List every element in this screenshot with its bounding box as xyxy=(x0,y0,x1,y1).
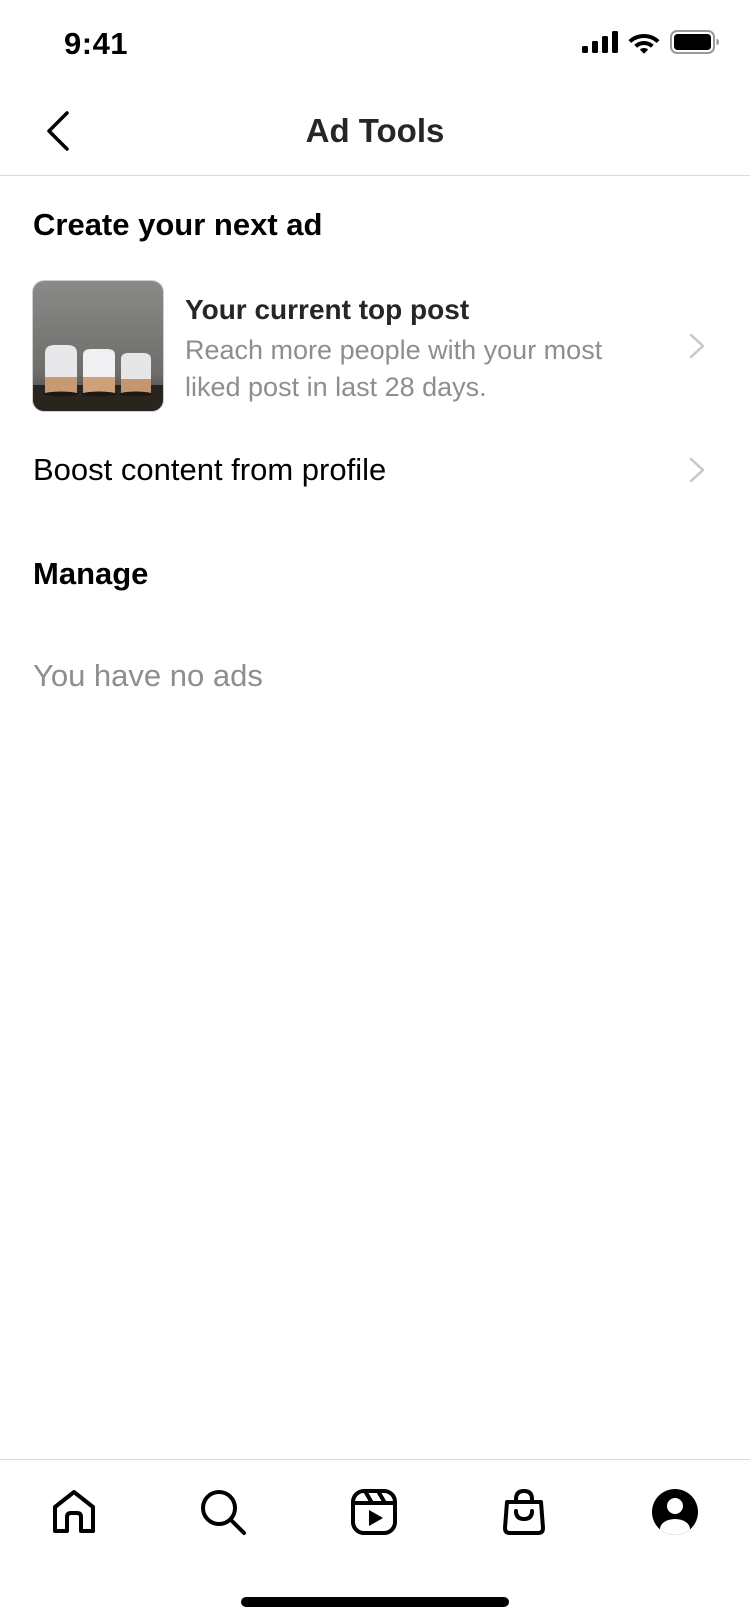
empty-state-text: You have no ads xyxy=(33,658,263,693)
tab-reels[interactable] xyxy=(346,1486,402,1542)
tab-search[interactable] xyxy=(195,1486,251,1542)
profile-icon xyxy=(651,1488,699,1541)
tab-home[interactable] xyxy=(46,1486,102,1542)
top-post-title: Your current top post xyxy=(185,294,470,325)
top-post-row[interactable]: Your current top post Reach more people … xyxy=(0,280,750,413)
chevron-right-icon xyxy=(686,331,708,361)
page-title: Ad Tools xyxy=(305,112,445,149)
signal-icon xyxy=(582,31,618,53)
boost-content-row[interactable]: Boost content from profile xyxy=(0,440,750,500)
status-bar: 9:41 xyxy=(0,0,750,90)
top-post-description: Reach more people with your most liked p… xyxy=(185,335,603,402)
battery-icon xyxy=(670,30,720,54)
create-section-title: Create your next ad xyxy=(33,207,323,242)
shop-icon xyxy=(501,1488,547,1541)
chevron-right-icon xyxy=(686,455,708,485)
tab-shop[interactable] xyxy=(496,1486,552,1542)
home-indicator xyxy=(241,1597,509,1607)
status-icons xyxy=(582,30,720,54)
ad-tools-screen: 9:41 Ad Tools Create your next ad Your c… xyxy=(0,0,750,1624)
wifi-icon xyxy=(628,30,660,54)
tab-bar xyxy=(0,1459,750,1569)
top-post-thumbnail xyxy=(32,280,164,412)
manage-section-title: Manage xyxy=(33,556,149,591)
home-icon xyxy=(50,1489,98,1540)
boost-content-label: Boost content from profile xyxy=(33,452,387,487)
search-icon xyxy=(199,1488,247,1541)
nav-header: Ad Tools xyxy=(0,90,750,176)
tab-profile[interactable] xyxy=(647,1486,703,1542)
status-time: 9:41 xyxy=(64,26,129,61)
reels-icon xyxy=(350,1488,398,1541)
